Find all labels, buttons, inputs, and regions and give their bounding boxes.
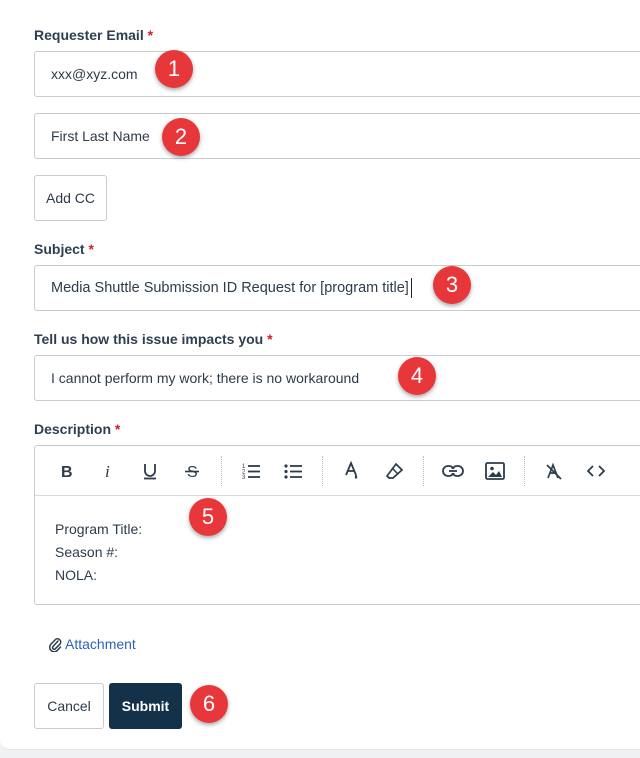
requester-email-field[interactable]: xxx@xyz.com: [34, 51, 640, 97]
description-line: NOLA:: [55, 567, 98, 583]
callout-badge-4: 4: [398, 357, 436, 395]
svg-text:B: B: [61, 464, 73, 479]
toolbar-divider: [524, 455, 525, 486]
callout-badge-3: 3: [433, 266, 471, 304]
impact-label-text: Tell us how this issue impacts you: [34, 331, 264, 347]
callout-badge-6: 6: [190, 685, 228, 723]
requester-name-field[interactable]: First Last Name: [34, 113, 640, 159]
impact-select[interactable]: I cannot perform my work; there is no wo…: [34, 355, 640, 401]
strikethrough-icon[interactable]: S: [171, 453, 213, 489]
required-mark: *: [88, 241, 94, 257]
description-line: Program Title:: [55, 521, 143, 537]
highlight-icon[interactable]: [373, 453, 415, 489]
requester-email-value: xxx@xyz.com: [51, 66, 138, 82]
requester-email-label: Requester Email *: [34, 27, 153, 43]
description-label: Description *: [34, 421, 120, 437]
link-icon[interactable]: [432, 453, 474, 489]
description-editor: B i S 123 Program Title: Season #: NOLA:: [34, 445, 640, 605]
toolbar-divider: [322, 455, 323, 486]
description-label-text: Description: [34, 421, 112, 437]
impact-value: I cannot perform my work; there is no wo…: [51, 370, 360, 386]
callout-badge-2: 2: [162, 118, 200, 156]
subject-label: Subject *: [34, 241, 94, 257]
toolbar-divider: [423, 455, 424, 486]
description-line: Season #:: [55, 544, 119, 560]
clear-format-icon[interactable]: [533, 453, 575, 489]
text-color-icon[interactable]: [331, 453, 373, 489]
requester-name-value: First Last Name: [51, 128, 150, 144]
bullet-list-icon[interactable]: [272, 453, 314, 489]
impact-label: Tell us how this issue impacts you *: [34, 331, 273, 347]
add-cc-button[interactable]: Add CC: [34, 175, 107, 221]
bold-icon[interactable]: B: [45, 453, 87, 489]
svg-text:3: 3: [242, 475, 246, 480]
editor-toolbar: B i S 123: [35, 446, 640, 496]
svg-text:i: i: [105, 463, 110, 479]
required-mark: *: [267, 331, 273, 347]
callout-badge-1: 1: [155, 50, 193, 88]
ordered-list-icon[interactable]: 123: [230, 453, 272, 489]
toolbar-divider: [221, 455, 222, 486]
ticket-form-card: Requester Email * xxx@xyz.com 1 First La…: [0, 0, 640, 750]
required-mark: *: [114, 421, 121, 437]
cancel-button[interactable]: Cancel: [34, 683, 104, 729]
text-cursor: [410, 278, 412, 298]
subject-value: Media Shuttle Submission ID Request for …: [51, 280, 409, 296]
required-mark: *: [147, 27, 154, 43]
subject-label-text: Subject: [34, 241, 85, 257]
paperclip-icon: [48, 638, 62, 652]
requester-email-label-text: Requester Email: [34, 27, 144, 43]
code-icon[interactable]: [575, 453, 617, 489]
underline-icon[interactable]: [129, 453, 171, 489]
subject-field[interactable]: Media Shuttle Submission ID Request for …: [34, 265, 640, 311]
attachment-label: Attachment: [65, 636, 136, 652]
attachment-link[interactable]: Attachment: [48, 636, 136, 652]
italic-icon[interactable]: i: [87, 453, 129, 489]
submit-button[interactable]: Submit: [109, 683, 182, 729]
callout-badge-5: 5: [189, 498, 227, 536]
description-text-area[interactable]: Program Title: Season #: NOLA:: [35, 496, 640, 587]
image-icon[interactable]: [474, 453, 516, 489]
